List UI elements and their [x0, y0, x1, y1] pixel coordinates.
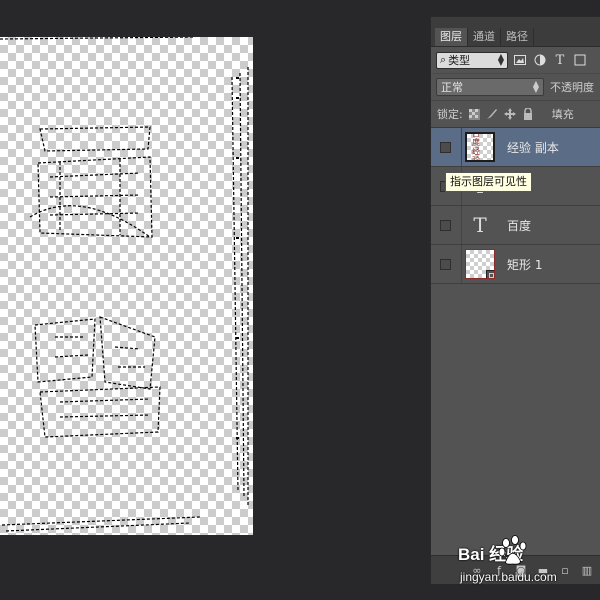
tab-channels[interactable]: 通道: [468, 28, 501, 46]
image-filter-icon[interactable]: [512, 52, 528, 68]
shape-filter-icon[interactable]: [572, 52, 588, 68]
layer-name[interactable]: 经验 副本: [507, 139, 559, 156]
visibility-tooltip: 指示图层可见性: [445, 172, 532, 192]
canvas-area[interactable]: [0, 0, 430, 600]
layer-list: 百度经验 经验 副本 T 经验 T 百度 矩形 1: [431, 128, 600, 284]
thumbnail-glyphs: 百度经验: [472, 132, 481, 162]
search-icon: ⌕: [440, 53, 447, 66]
lock-position-icon[interactable]: [504, 108, 517, 121]
lock-transparent-icon[interactable]: [468, 108, 481, 121]
layers-panel: 图层 通道 路径 ⌕ 类型 ▲ ▼ T 正常 ▲ ▼ 不透明度 锁定: 填充 百…: [430, 16, 600, 584]
blend-mode-select[interactable]: 正常 ▲ ▼: [436, 78, 544, 96]
paw-icon: [498, 535, 527, 565]
tab-paths[interactable]: 路径: [501, 28, 534, 46]
lock-label: 锁定:: [437, 108, 463, 121]
watermark-url: jingyan.baidu.com: [460, 570, 557, 584]
blend-mode-label: 正常: [441, 81, 463, 94]
shape-layer-thumbnail[interactable]: [465, 249, 495, 279]
row-divider: [461, 206, 462, 244]
smart-object-thumbnail[interactable]: 百度经验: [465, 132, 495, 162]
tab-layers[interactable]: 图层: [435, 28, 468, 46]
visibility-toggle[interactable]: [440, 219, 451, 231]
panel-tabs: 图层 通道 路径: [431, 17, 600, 47]
visibility-toggle[interactable]: [440, 141, 451, 153]
lock-pixels-icon[interactable]: [486, 108, 499, 121]
layer-name[interactable]: 矩形 1: [507, 256, 542, 273]
opacity-label: 不透明度: [550, 81, 594, 94]
lock-row: 锁定: 填充: [431, 100, 600, 128]
layer-filter-select[interactable]: ⌕ 类型 ▲ ▼: [436, 51, 508, 69]
filter-row: ⌕ 类型 ▲ ▼ T: [431, 47, 600, 73]
filter-select-label: 类型: [448, 54, 471, 67]
type-layer-icon[interactable]: T: [465, 210, 495, 240]
chevron-up-down-icon: ▲ ▼: [532, 79, 539, 94]
row-divider: [461, 128, 462, 166]
chevron-up-down-icon: ▲ ▼: [497, 52, 504, 67]
row-divider: [461, 245, 462, 283]
document-canvas[interactable]: [0, 37, 253, 535]
type-filter-icon[interactable]: T: [552, 52, 568, 68]
layer-row-baidu[interactable]: T 百度: [431, 206, 600, 245]
selection-marching-ants: [0, 37, 249, 532]
baidu-jingyan-watermark: Bai 经验 jingyan.baidu.com: [452, 532, 592, 594]
vector-mask-icon: [486, 270, 494, 278]
blend-row: 正常 ▲ ▼ 不透明度: [431, 73, 600, 100]
layer-row-rectangle[interactable]: 矩形 1: [431, 245, 600, 284]
layer-row-experience-copy[interactable]: 百度经验 经验 副本: [431, 128, 600, 167]
adjustment-filter-icon[interactable]: [532, 52, 548, 68]
layer-name[interactable]: 百度: [507, 217, 531, 234]
fill-label: 填充: [551, 108, 574, 121]
lock-all-icon[interactable]: [522, 108, 535, 121]
visibility-toggle[interactable]: [440, 258, 451, 270]
